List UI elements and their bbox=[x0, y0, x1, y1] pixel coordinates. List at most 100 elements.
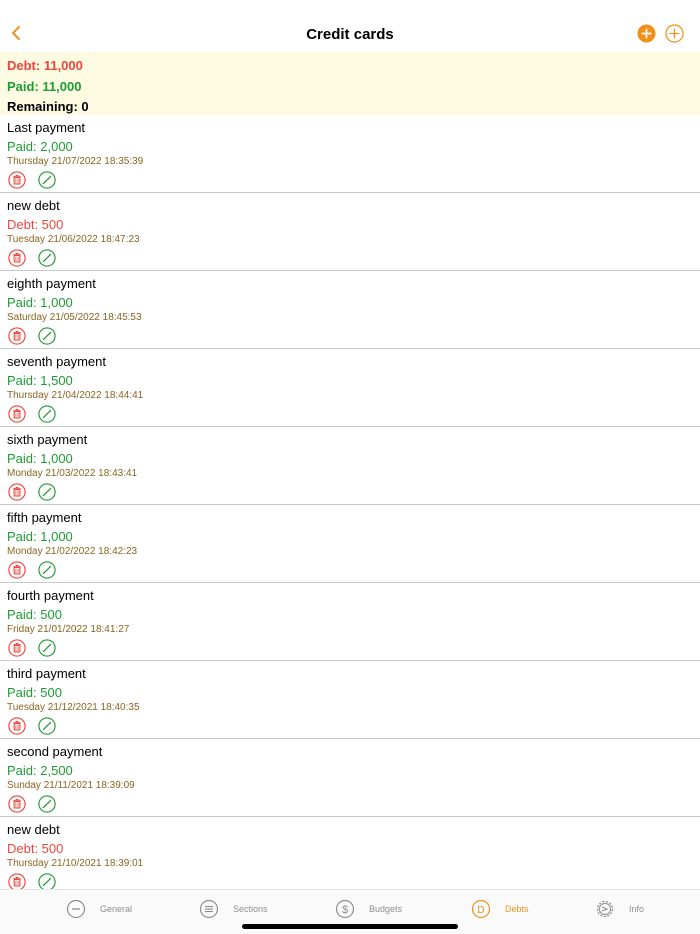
trash-icon bbox=[8, 873, 26, 891]
pencil-icon bbox=[38, 327, 56, 345]
list-item[interactable]: fourth payment Paid: 500 Friday 21/01/2022… bbox=[0, 583, 700, 661]
edit-button[interactable] bbox=[38, 405, 56, 423]
list-item[interactable]: sixth payment Paid: 1,000 Monday 21/03/202… bbox=[0, 427, 700, 505]
d-circle-icon: D bbox=[471, 899, 491, 919]
item-name: new debt bbox=[7, 198, 60, 213]
edit-button[interactable] bbox=[38, 327, 56, 345]
delete-button[interactable] bbox=[8, 327, 26, 345]
item-amount: Paid: 1,000 bbox=[7, 529, 73, 544]
item-name: seventh payment bbox=[7, 354, 107, 369]
delete-button[interactable] bbox=[8, 639, 26, 657]
item-date: Tuesday 21/12/2021 18:40:35 bbox=[7, 702, 140, 713]
debt-summary: Debt: 11,000 Paid: 11,000 Remaining: 0 bbox=[0, 52, 700, 115]
tab-general[interactable]: General bbox=[66, 898, 132, 920]
item-date: Monday 21/02/2022 18:42:23 bbox=[7, 546, 138, 557]
pencil-icon bbox=[38, 483, 56, 501]
item-amount: Paid: 2,000 bbox=[7, 139, 73, 154]
list-item[interactable]: fifth payment Paid: 1,000 Monday 21/02/202… bbox=[0, 505, 700, 583]
trash-icon bbox=[8, 327, 26, 345]
tab-label: Debts bbox=[505, 904, 529, 914]
pencil-icon bbox=[38, 873, 56, 891]
list-item[interactable]: third payment Paid: 500 Tuesday 21/12/2021… bbox=[0, 661, 700, 739]
edit-button[interactable] bbox=[38, 639, 56, 657]
item-date: Thursday 21/10/2021 18:39:01 bbox=[7, 858, 144, 869]
home-indicator bbox=[242, 924, 458, 929]
item-amount: Debt: 500 bbox=[7, 841, 64, 856]
edit-button[interactable] bbox=[38, 795, 56, 813]
item-amount: Paid: 2,500 bbox=[7, 763, 73, 778]
list-item[interactable]: new debt Debt: 500 Thursday 21/10/2021 18:… bbox=[0, 817, 700, 895]
svg-text:D: D bbox=[477, 905, 484, 916]
item-name: eighth payment bbox=[7, 276, 96, 291]
tab-label: Budgets bbox=[369, 904, 403, 914]
item-date: Friday 21/01/2022 18:41:27 bbox=[7, 624, 130, 635]
item-name: fourth payment bbox=[7, 588, 94, 603]
item-date: Saturday 21/05/2022 18:45:53 bbox=[7, 312, 142, 323]
delete-button[interactable] bbox=[8, 483, 26, 501]
item-amount: Paid: 1,000 bbox=[7, 451, 73, 466]
edit-button[interactable] bbox=[38, 483, 56, 501]
delete-button[interactable] bbox=[8, 561, 26, 579]
trash-icon bbox=[8, 561, 26, 579]
item-date: Sunday 21/11/2021 18:39:09 bbox=[7, 780, 135, 791]
pencil-icon bbox=[38, 405, 56, 423]
item-date: Monday 21/03/2022 18:43:41 bbox=[7, 468, 138, 479]
list-item[interactable]: Last payment Paid: 2,000 Thursday 21/07/20… bbox=[0, 115, 700, 193]
delete-button[interactable] bbox=[8, 717, 26, 735]
delete-button[interactable] bbox=[8, 249, 26, 267]
item-name: third payment bbox=[7, 666, 86, 681]
summary-debt: Debt: 11,000 bbox=[7, 58, 83, 73]
pencil-icon bbox=[38, 171, 56, 189]
item-name: second payment bbox=[7, 744, 103, 759]
item-amount: Paid: 1,000 bbox=[7, 295, 73, 310]
gear-icon bbox=[596, 900, 614, 918]
add-debt-button[interactable] bbox=[637, 24, 656, 43]
add-payment-button[interactable] bbox=[665, 24, 684, 43]
delete-button[interactable] bbox=[8, 405, 26, 423]
pencil-icon bbox=[38, 249, 56, 267]
item-name: sixth payment bbox=[7, 432, 88, 447]
trash-icon bbox=[8, 483, 26, 501]
list-item[interactable]: seventh payment Paid: 1,500 Thursday 21/04… bbox=[0, 349, 700, 427]
list-item[interactable]: new debt Debt: 500 Tuesday 21/06/2022 18:4… bbox=[0, 193, 700, 271]
item-amount: Paid: 1,500 bbox=[7, 373, 73, 388]
tab-info[interactable]: Info bbox=[595, 898, 644, 920]
trash-icon bbox=[8, 795, 26, 813]
transaction-list: Last payment Paid: 2,000 Thursday 21/07/20… bbox=[0, 115, 700, 895]
edit-button[interactable] bbox=[38, 249, 56, 267]
tab-label: General bbox=[100, 904, 133, 914]
delete-button[interactable] bbox=[8, 171, 26, 189]
summary-paid: Paid: 11,000 bbox=[7, 79, 82, 94]
pencil-icon bbox=[38, 717, 56, 735]
edit-button[interactable] bbox=[38, 717, 56, 735]
edit-button[interactable] bbox=[38, 171, 56, 189]
item-name: fifth payment bbox=[7, 510, 82, 525]
tab-sections[interactable]: Sections bbox=[199, 898, 268, 920]
pencil-icon bbox=[38, 639, 56, 657]
item-amount: Paid: 500 bbox=[7, 685, 62, 700]
dollar-circle-icon: $ bbox=[335, 899, 355, 919]
item-name: new debt bbox=[7, 822, 60, 837]
trash-icon bbox=[8, 717, 26, 735]
item-amount: Paid: 500 bbox=[7, 607, 62, 622]
list-item[interactable]: eighth payment Paid: 1,000 Saturday 21/05/… bbox=[0, 271, 700, 349]
trash-icon bbox=[8, 405, 26, 423]
trash-icon bbox=[8, 639, 26, 657]
pencil-icon bbox=[38, 795, 56, 813]
item-date: Thursday 21/07/2022 18:35:39 bbox=[7, 156, 144, 167]
tab-label: Info bbox=[629, 904, 645, 914]
trash-icon bbox=[8, 249, 26, 267]
item-amount: Debt: 500 bbox=[7, 217, 64, 232]
edit-button[interactable] bbox=[38, 561, 56, 579]
trash-icon bbox=[8, 171, 26, 189]
list-item[interactable]: second payment Paid: 2,500 Sunday 21/11/20… bbox=[0, 739, 700, 817]
item-date: Tuesday 21/06/2022 18:47:23 bbox=[7, 234, 140, 245]
navigation-bar: Credit cards bbox=[0, 0, 700, 52]
delete-button[interactable] bbox=[8, 795, 26, 813]
pencil-icon bbox=[38, 561, 56, 579]
page-title: Credit cards bbox=[306, 26, 394, 43]
item-name: Last payment bbox=[7, 120, 86, 135]
list-circle-icon bbox=[199, 899, 219, 919]
tab-budgets[interactable]: $ Budgets bbox=[335, 898, 402, 920]
tab-debts[interactable]: D Debts bbox=[471, 898, 529, 920]
